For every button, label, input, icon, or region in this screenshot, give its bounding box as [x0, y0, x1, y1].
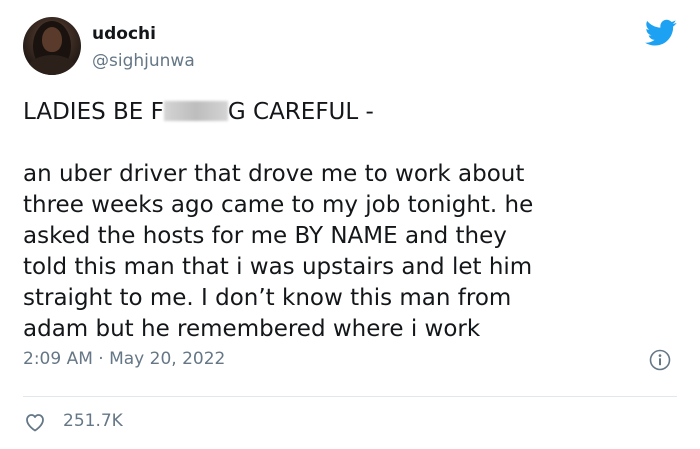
tweet-line: straight to me. I don’t know this man fr… [23, 285, 512, 311]
user-handle[interactable]: @sighjunwa [92, 51, 195, 71]
tweet-line: an uber driver that drove me to work abo… [23, 161, 525, 187]
divider [23, 396, 677, 397]
censored-word [163, 101, 228, 121]
tweet-card: udochi @sighjunwa LADIES BE FG CAREFUL -… [0, 0, 700, 449]
tweet-text: LADIES BE FG CAREFUL - an uber driver th… [23, 97, 663, 345]
tweet-line: told this man that i was upstairs and le… [23, 254, 533, 280]
info-icon[interactable] [649, 349, 671, 371]
tweet-line: asked the hosts for me BY NAME and they [23, 223, 507, 249]
tweet-headline: LADIES BE FG CAREFUL - [23, 99, 374, 125]
tweet-line: adam but he remembered where i work [23, 316, 481, 342]
twitter-bird-icon[interactable] [645, 19, 677, 47]
display-name[interactable]: udochi [92, 24, 156, 44]
tweet-timestamp[interactable]: 2:09 AM · May 20, 2022 [23, 349, 225, 369]
tweet-line: three weeks ago came to my job tonight. … [23, 192, 534, 218]
like-count: 251.7K [63, 411, 123, 431]
user-avatar[interactable] [23, 17, 81, 75]
heart-icon [26, 414, 44, 432]
